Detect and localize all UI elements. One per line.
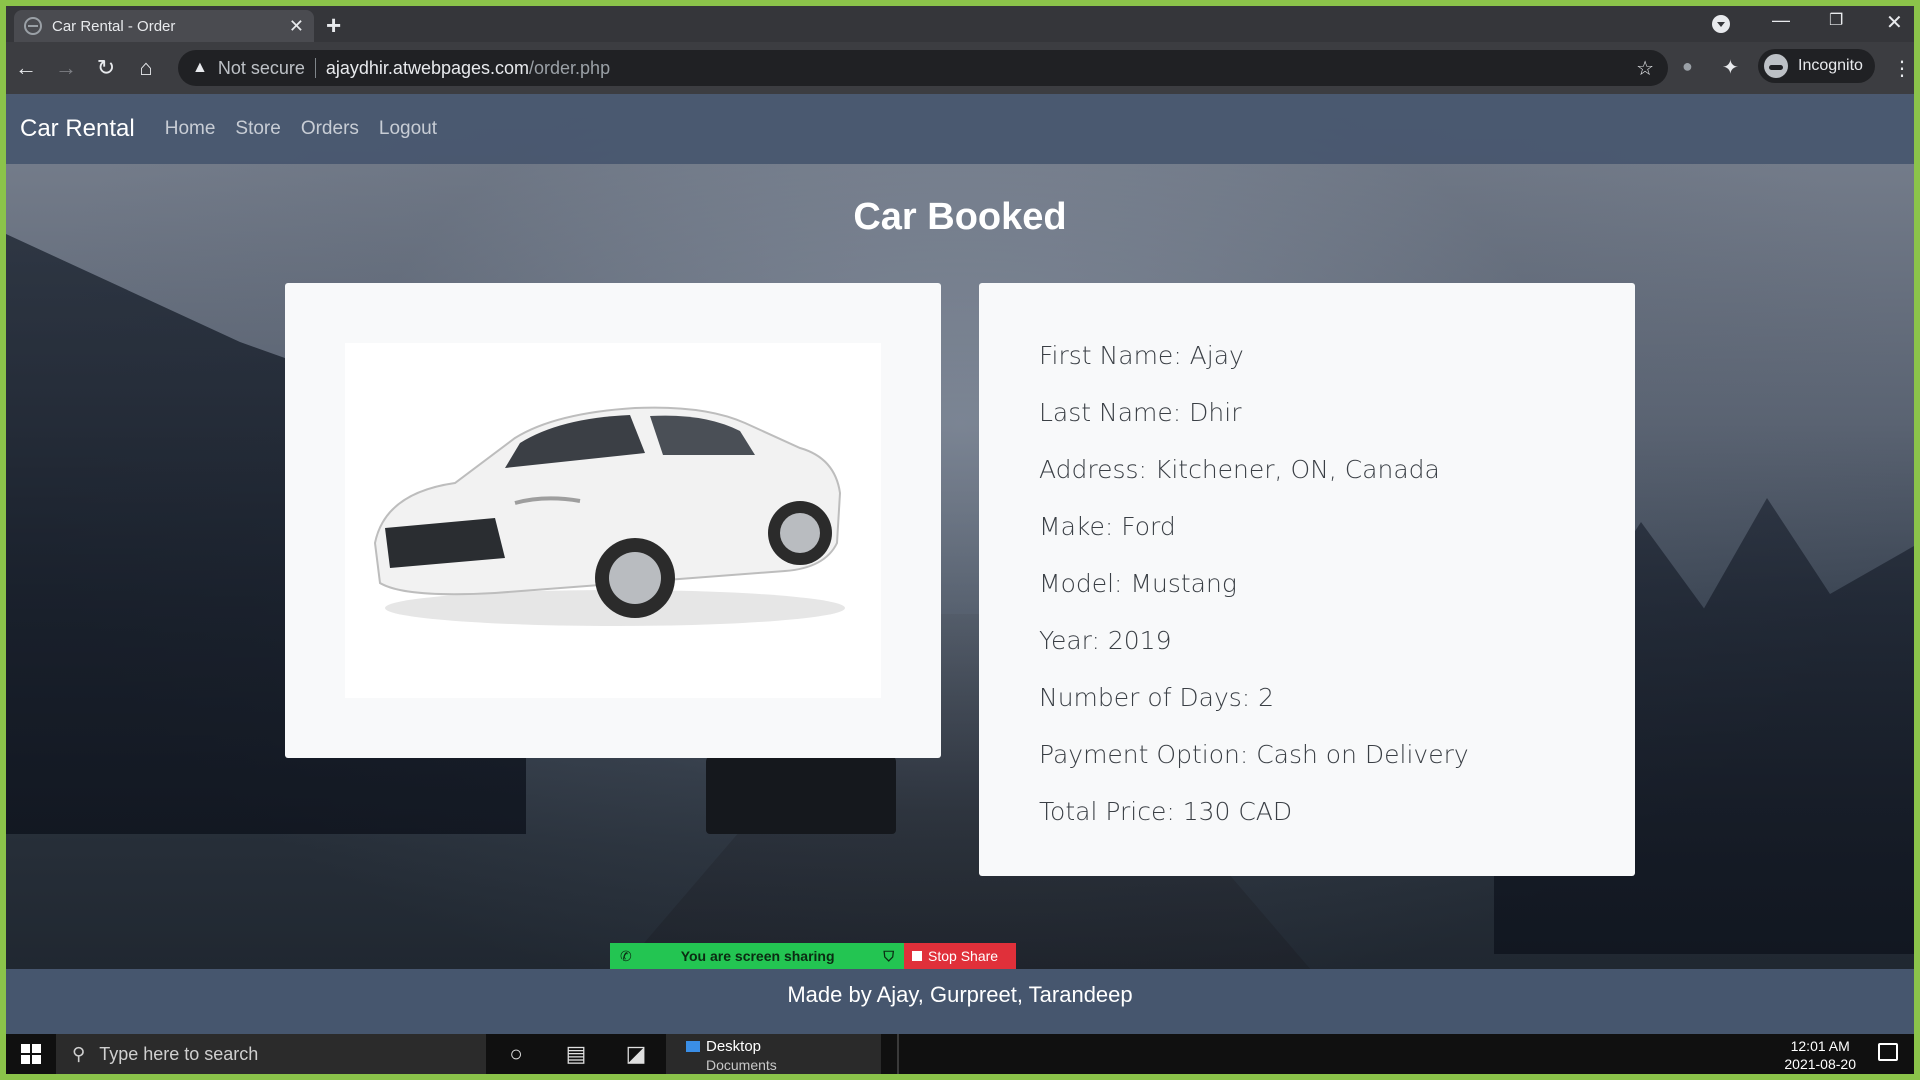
- page-title: Car Booked: [853, 196, 1067, 238]
- task-view-icon[interactable]: ▤: [546, 1041, 606, 1067]
- new-tab-button[interactable]: +: [326, 10, 341, 41]
- site-navbar: Car Rental Home Store Orders Logout: [6, 94, 1914, 164]
- home-button[interactable]: ⌂: [126, 55, 166, 81]
- order-year: Year: 2019: [1039, 626, 1172, 655]
- site-brand[interactable]: Car Rental: [20, 115, 135, 143]
- close-window-button[interactable]: ✕: [1886, 10, 1903, 35]
- shield-icon: ⛉: [883, 947, 894, 964]
- order-first-name: First Name: Ajay: [1039, 341, 1244, 370]
- tab-close-icon[interactable]: ✕: [289, 16, 304, 37]
- url-host[interactable]: ajaydhir.atwebpages.com: [326, 58, 529, 79]
- browser-menu-icon[interactable]: ⋮: [1892, 56, 1912, 81]
- windows-logo-icon: [21, 1044, 41, 1064]
- reload-button[interactable]: ↻: [86, 55, 126, 81]
- url-path[interactable]: /order.php: [529, 58, 610, 79]
- screen-share-status[interactable]: ✆ You are screen sharing ⛉: [610, 943, 904, 969]
- extensions-puzzle-icon[interactable]: ✦: [1722, 55, 1739, 80]
- browser-tab[interactable]: Car Rental - Order ✕: [14, 10, 314, 42]
- taskbar-desktop-item[interactable]: Desktop Documents: [666, 1034, 881, 1074]
- back-button[interactable]: ←: [6, 55, 46, 81]
- car-illustration: [373, 406, 845, 626]
- screen-share-bar: ✆ You are screen sharing ⛉ Stop Share: [610, 943, 1016, 969]
- background-car: [706, 754, 896, 834]
- search-icon: ⚲: [72, 1043, 86, 1064]
- footer-credits: Made by Ajay, Gurpreet, Tarandeep: [787, 982, 1133, 1007]
- order-details-card: First Name: Ajay Last Name: Dhir Address…: [979, 283, 1635, 876]
- address-separator: [314, 58, 316, 78]
- taskbar-divider: [897, 1034, 899, 1074]
- web-page: Car Rental Home Store Orders Logout Car …: [6, 94, 1914, 1034]
- stop-icon: [912, 951, 922, 961]
- car-image: [345, 343, 881, 698]
- car-image-card: [285, 283, 941, 758]
- clock-date: 2021-08-20: [1784, 1056, 1856, 1072]
- screen-share-label: You are screen sharing: [680, 948, 835, 964]
- browser-toolbar: ← → ↻ ⌂ ▲ Not secure ajaydhir.atwebpages…: [6, 42, 1914, 94]
- tab-title: Car Rental - Order: [52, 17, 176, 35]
- documents-label: Documents: [706, 1057, 777, 1073]
- order-make: Make: Ford: [1039, 512, 1176, 541]
- extension-icon[interactable]: ●: [1682, 56, 1693, 77]
- incognito-label: Incognito: [1798, 57, 1863, 74]
- tab-strip: Car Rental - Order ✕ + — ❐ ✕: [6, 6, 1914, 42]
- nav-home[interactable]: Home: [165, 118, 216, 140]
- taskbar-search[interactable]: ⚲ Type here to search: [56, 1034, 486, 1074]
- incognito-icon: [1764, 54, 1788, 78]
- system-clock[interactable]: 12:01 AM 2021-08-20: [1784, 1037, 1856, 1073]
- phone-icon: ✆: [620, 947, 632, 964]
- pinned-app-icon[interactable]: ◪: [606, 1041, 666, 1067]
- screen: Car Rental - Order ✕ + — ❐ ✕ ← → ↻ ⌂ ▲ N…: [6, 6, 1914, 1074]
- order-payment: Payment Option: Cash on Delivery: [1039, 740, 1469, 769]
- tab-search-icon[interactable]: [1712, 15, 1730, 33]
- order-model: Model: Mustang: [1039, 569, 1237, 598]
- forward-button[interactable]: →: [46, 55, 86, 81]
- address-bar[interactable]: ▲ Not secure ajaydhir.atwebpages.com /or…: [178, 50, 1668, 86]
- site-footer: Made by Ajay, Gurpreet, Tarandeep: [6, 969, 1914, 1034]
- nav-orders[interactable]: Orders: [301, 118, 359, 140]
- incognito-profile-button[interactable]: Incognito: [1758, 49, 1875, 83]
- restore-button[interactable]: ❐: [1829, 10, 1843, 30]
- globe-icon: [24, 17, 42, 35]
- folder-icon: [686, 1041, 700, 1052]
- order-last-name: Last Name: Dhir: [1039, 398, 1242, 427]
- cortana-icon[interactable]: ○: [486, 1041, 546, 1067]
- nav-store[interactable]: Store: [235, 118, 280, 140]
- taskbar: ⚲ Type here to search ○ ▤ ◪ Desktop Docu…: [6, 1034, 1914, 1074]
- order-address: Address: Kitchener, ON, Canada: [1039, 455, 1440, 484]
- order-days: Number of Days: 2: [1039, 683, 1275, 712]
- notification-center-icon[interactable]: [1878, 1043, 1898, 1061]
- stop-share-button[interactable]: Stop Share: [904, 943, 1016, 969]
- bookmark-star-icon[interactable]: ☆: [1636, 56, 1654, 81]
- order-total-price: Total Price: 130 CAD: [1039, 797, 1293, 826]
- stop-share-label: Stop Share: [928, 948, 999, 964]
- start-button[interactable]: [6, 1034, 56, 1074]
- clock-time: 12:01 AM: [1790, 1038, 1850, 1054]
- nav-logout[interactable]: Logout: [379, 118, 437, 140]
- taskbar-search-placeholder: Type here to search: [99, 1043, 259, 1064]
- minimize-button[interactable]: —: [1772, 10, 1790, 31]
- desktop-label: Desktop: [706, 1038, 762, 1055]
- security-label[interactable]: Not secure: [218, 58, 305, 79]
- warning-icon[interactable]: ▲: [192, 59, 208, 77]
